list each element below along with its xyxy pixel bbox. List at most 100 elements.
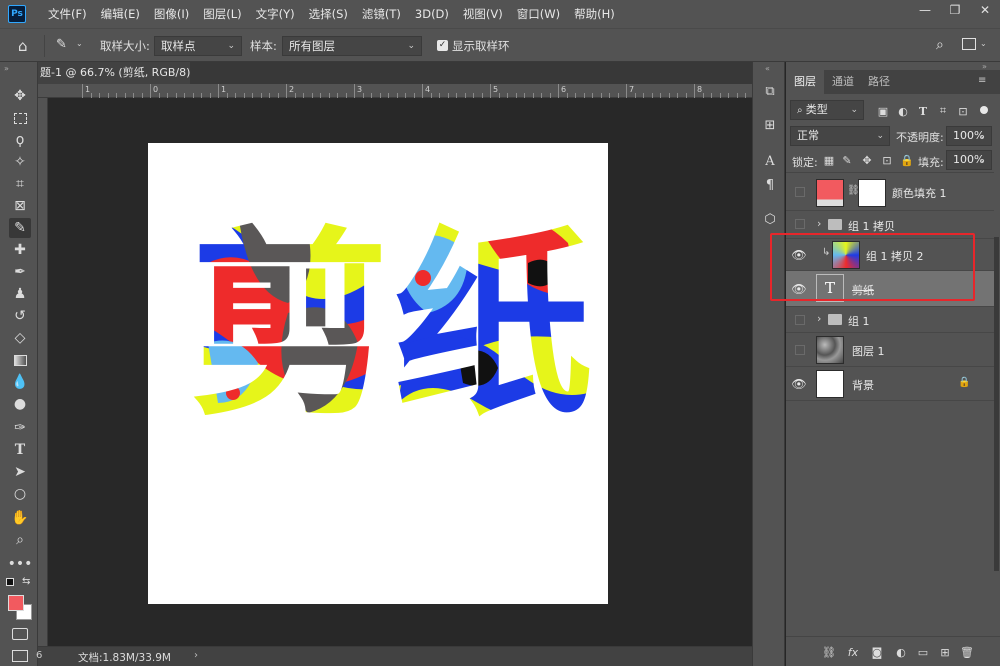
paragraph-panel-icon[interactable]: ¶ bbox=[761, 176, 779, 194]
eyedropper-tool-icon[interactable]: ✎ bbox=[9, 218, 31, 238]
sample-size-select[interactable]: 取样点 ⌄ bbox=[154, 36, 242, 56]
chevron-down-icon[interactable]: ⌄ bbox=[76, 39, 83, 48]
default-colors-icon[interactable] bbox=[6, 578, 14, 586]
restore-icon[interactable]: ❐ bbox=[940, 0, 970, 20]
3d-panel-icon[interactable]: ⬡ bbox=[761, 210, 779, 228]
layer-row-color-fill[interactable]: ⛓ 颜色填充 1 bbox=[786, 175, 994, 211]
dodge-tool-icon[interactable]: ● bbox=[9, 394, 31, 414]
blend-mode-select[interactable]: 正常 ⌄ bbox=[790, 126, 890, 146]
menu-3d[interactable]: 3D(D) bbox=[415, 7, 449, 21]
healing-brush-tool-icon[interactable]: ✚ bbox=[9, 240, 31, 260]
path-selection-tool-icon[interactable]: ➤ bbox=[9, 462, 31, 482]
hand-tool-icon[interactable]: ✋ bbox=[9, 508, 31, 528]
new-layer-icon[interactable]: ⊞ bbox=[938, 645, 952, 659]
more-tools-icon[interactable]: ••• bbox=[8, 554, 33, 574]
zoom-tool-icon[interactable]: ⌕ bbox=[9, 530, 31, 550]
close-icon[interactable]: ✕ bbox=[970, 0, 1000, 20]
pixel-filter-icon[interactable]: ▣ bbox=[876, 104, 890, 118]
menu-file[interactable]: 文件(F) bbox=[48, 6, 87, 22]
status-expand-icon[interactable]: › bbox=[194, 650, 198, 661]
layer-filter-select[interactable]: ⌕ 类型 ⌄ bbox=[790, 100, 864, 120]
home-icon[interactable]: ⌂ bbox=[18, 37, 36, 55]
menu-view[interactable]: 视图(V) bbox=[463, 6, 503, 22]
document-tab[interactable]: 题-1 @ 66.7% (剪纸, RGB/8) * × bbox=[38, 62, 190, 84]
type-tool-icon[interactable]: T bbox=[9, 440, 31, 460]
new-group-icon[interactable]: ▭ bbox=[916, 645, 930, 659]
fill-input[interactable]: 100% ⌄ bbox=[946, 150, 992, 170]
layer-row-layer-1[interactable]: 图层 1 bbox=[786, 333, 994, 367]
fx-icon[interactable]: fx bbox=[846, 645, 860, 659]
show-ring-checkbox[interactable]: ✓ bbox=[437, 40, 448, 51]
lock-artboard-icon[interactable]: ⊡ bbox=[880, 153, 894, 167]
quick-mask-icon[interactable] bbox=[12, 628, 28, 640]
stamp-tool-icon[interactable]: ♟ bbox=[9, 284, 31, 304]
layers-scrollbar[interactable] bbox=[994, 237, 999, 571]
shape-filter-icon[interactable]: ⌗ bbox=[936, 104, 950, 118]
panel-menu-icon[interactable]: ≡ bbox=[978, 75, 986, 86]
lock-all-icon[interactable]: 🔒 bbox=[900, 153, 914, 167]
search-icon[interactable]: ⌕ bbox=[936, 37, 952, 53]
minimize-icon[interactable]: — bbox=[910, 0, 940, 20]
lock-transparency-icon[interactable]: ▦ bbox=[822, 153, 836, 167]
marquee-tool-icon[interactable] bbox=[9, 108, 31, 128]
collapse-icon[interactable]: « bbox=[765, 64, 770, 73]
foreground-color-swatch[interactable] bbox=[8, 595, 24, 611]
add-mask-icon[interactable]: ◙ bbox=[870, 645, 884, 659]
frame-tool-icon[interactable]: ⊠ bbox=[9, 196, 31, 216]
magic-wand-tool-icon[interactable]: ✧ bbox=[9, 152, 31, 172]
visibility-toggle[interactable] bbox=[795, 187, 805, 197]
eye-icon[interactable]: 👁 bbox=[791, 377, 806, 391]
layer-row-background[interactable]: 👁 背景 🔒 bbox=[786, 367, 994, 401]
eraser-tool-icon[interactable]: ◇ bbox=[9, 328, 31, 348]
blur-tool-icon[interactable]: 💧 bbox=[9, 372, 31, 392]
visibility-toggle[interactable] bbox=[795, 345, 805, 355]
gradient-tool-icon[interactable] bbox=[9, 350, 31, 370]
lock-pixels-icon[interactable]: ✎ bbox=[840, 153, 854, 167]
type-filter-icon[interactable]: T bbox=[916, 104, 930, 118]
tab-layers[interactable]: 图层 bbox=[786, 70, 824, 94]
document-canvas[interactable]: 剪 纸 bbox=[148, 143, 608, 604]
properties-panel-icon[interactable]: ⊞ bbox=[761, 116, 779, 134]
crop-tool-icon[interactable]: ⌗ bbox=[9, 174, 31, 194]
move-tool-icon[interactable]: ✥ bbox=[9, 86, 31, 106]
history-brush-tool-icon[interactable]: ↺ bbox=[9, 306, 31, 326]
mask-thumbnail[interactable] bbox=[858, 179, 886, 207]
screen-mode-icon[interactable] bbox=[12, 650, 28, 662]
ellipse-tool-icon[interactable]: ○ bbox=[9, 484, 31, 504]
menu-layer[interactable]: 图层(L) bbox=[203, 6, 241, 22]
link-layers-icon[interactable]: ⛓ bbox=[822, 645, 836, 659]
zoom-level[interactable]: 6 bbox=[36, 650, 42, 661]
expand-group-icon[interactable]: › bbox=[817, 217, 821, 230]
smart-object-filter-icon[interactable]: ⊡ bbox=[956, 104, 970, 118]
character-panel-icon[interactable]: A bbox=[761, 152, 779, 170]
expand-group-icon[interactable]: › bbox=[817, 312, 821, 325]
brush-tool-icon[interactable]: ✒ bbox=[9, 262, 31, 282]
lock-position-icon[interactable]: ✥ bbox=[860, 153, 874, 167]
menu-help[interactable]: 帮助(H) bbox=[574, 6, 615, 22]
adjustment-filter-icon[interactable]: ◐ bbox=[896, 104, 910, 118]
adjustment-layer-icon[interactable]: ◐ bbox=[894, 645, 908, 659]
filter-toggle-icon[interactable] bbox=[980, 106, 988, 114]
history-panel-icon[interactable]: ⧉ bbox=[761, 82, 779, 100]
menu-select[interactable]: 选择(S) bbox=[309, 6, 348, 22]
menu-edit[interactable]: 编辑(E) bbox=[101, 6, 140, 22]
collapse-icon[interactable]: » bbox=[4, 64, 9, 73]
tab-channels[interactable]: 通道 bbox=[824, 70, 862, 94]
menu-type[interactable]: 文字(Y) bbox=[256, 6, 295, 22]
lasso-tool-icon[interactable]: ϙ bbox=[9, 130, 31, 150]
swap-colors-icon[interactable]: ⇆ bbox=[22, 576, 30, 587]
visibility-toggle[interactable] bbox=[795, 219, 805, 229]
menu-filter[interactable]: 滤镜(T) bbox=[362, 6, 401, 22]
delete-layer-icon[interactable]: 🗑 bbox=[960, 645, 974, 659]
pen-tool-icon[interactable]: ✑ bbox=[9, 418, 31, 438]
eyedropper-tool-icon[interactable]: ✎ bbox=[56, 37, 72, 55]
sample-select[interactable]: 所有图层 ⌄ bbox=[282, 36, 422, 56]
opacity-input[interactable]: 100% ⌄ bbox=[946, 126, 992, 146]
menu-window[interactable]: 窗口(W) bbox=[517, 6, 560, 22]
workspace-icon[interactable] bbox=[962, 38, 976, 50]
tab-paths[interactable]: 路径 bbox=[860, 70, 898, 94]
chevron-down-icon[interactable]: ⌄ bbox=[980, 39, 987, 48]
visibility-toggle[interactable] bbox=[795, 315, 805, 325]
layer-row-group-1[interactable]: › 组 1 bbox=[786, 307, 994, 333]
menu-image[interactable]: 图像(I) bbox=[154, 6, 189, 22]
